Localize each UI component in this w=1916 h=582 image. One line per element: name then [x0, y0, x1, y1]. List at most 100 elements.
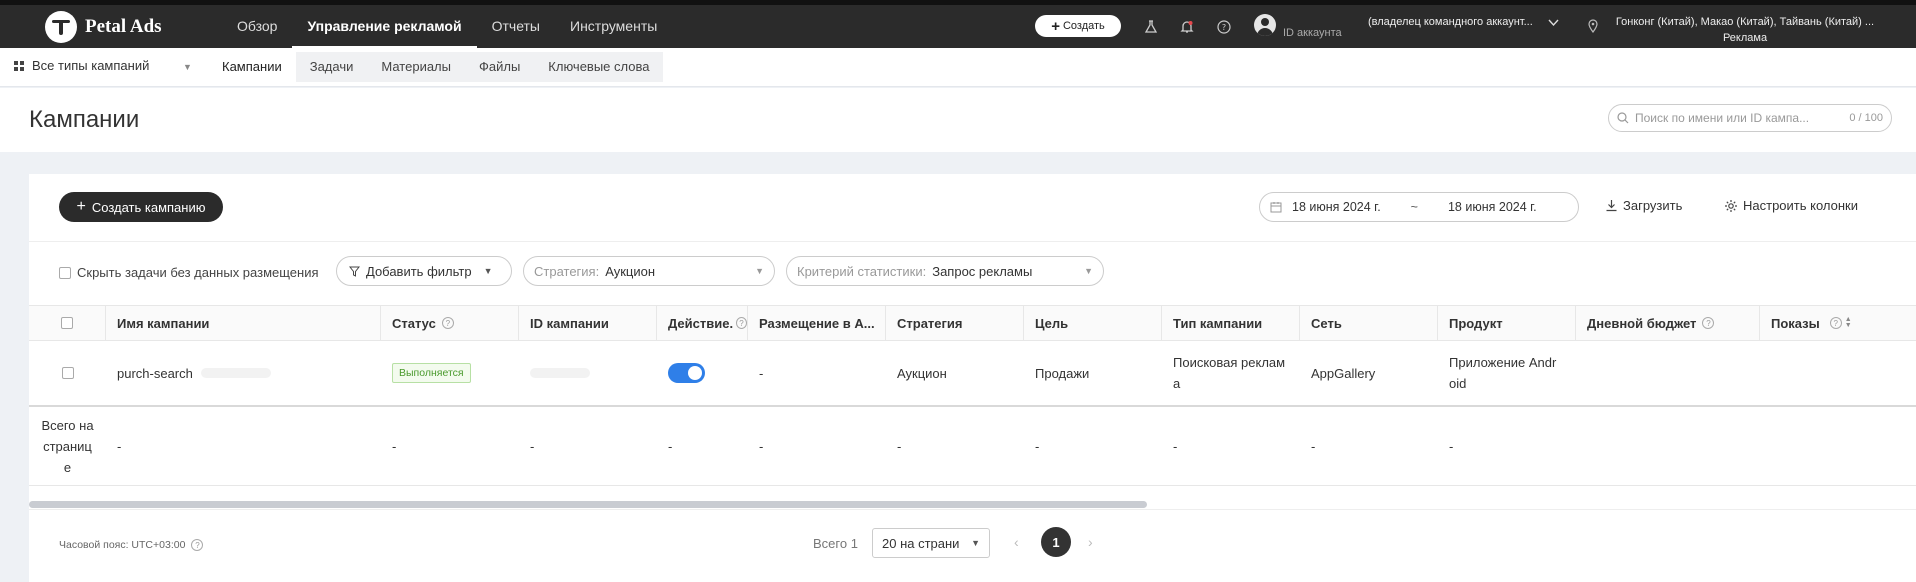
total-id: -: [530, 438, 535, 454]
total-network: -: [1311, 438, 1316, 454]
nav-overview[interactable]: Обзор: [222, 5, 292, 48]
col-campaign-type[interactable]: Тип кампании: [1162, 306, 1300, 340]
status-cell: Выполняется: [381, 341, 519, 405]
nav-reports[interactable]: Отчеты: [477, 5, 555, 48]
main-nav: Обзор Управление рекламой Отчеты Инструм…: [222, 5, 672, 48]
page-number-current[interactable]: 1: [1041, 527, 1071, 557]
region-type: Реклама: [1722, 32, 1768, 44]
goal-cell: Продажи: [1035, 365, 1090, 381]
total-status: -: [392, 438, 397, 454]
download-label: Загрузить: [1623, 198, 1683, 213]
petal-logo-icon: [45, 11, 77, 43]
search-char-count: 0 / 100: [1849, 112, 1883, 124]
prev-page-icon[interactable]: ‹: [1014, 534, 1019, 550]
col-product[interactable]: Продукт: [1438, 306, 1576, 340]
nav-tools[interactable]: Инструменты: [555, 5, 672, 48]
add-filter-button[interactable]: Добавить фильтр ▼: [336, 256, 512, 286]
hide-tasks-checkbox[interactable]: [59, 266, 71, 279]
action-cell: [657, 341, 748, 405]
page-size-value: 20 на страни: [882, 535, 960, 551]
create-button[interactable]: + Создать: [1035, 15, 1121, 37]
page-total-label: Всего на страниц е: [41, 417, 94, 475]
page-size-select[interactable]: 20 на страни ▼: [872, 528, 990, 558]
tab-tasks[interactable]: Задачи: [296, 52, 368, 82]
col-action[interactable]: Действие... ?: [657, 306, 748, 340]
help-icon[interactable]: ?: [1217, 20, 1231, 34]
help-icon[interactable]: ?: [1829, 317, 1842, 329]
col-impressions[interactable]: Показы ? ▲ ▼: [1760, 306, 1916, 340]
hide-empty-tasks-toggle[interactable]: Скрыть задачи без данных размещения: [59, 265, 319, 280]
create-campaign-button[interactable]: + Создать кампанию: [59, 192, 223, 222]
petal-ads-logo[interactable]: Petal Ads: [45, 11, 162, 43]
sort-icon[interactable]: ▲ ▼: [1845, 316, 1852, 329]
strategy-select[interactable]: Стратегия: Аукцион ▼: [523, 256, 775, 286]
campaign-search[interactable]: 0 / 100: [1608, 104, 1892, 132]
caret-down-icon: ▼: [1084, 266, 1093, 276]
status-badge: Выполняется: [392, 363, 471, 383]
table-footer: Часовой пояс: UTC+03:00 ? Всего 1 20 на …: [29, 509, 1916, 582]
date-from[interactable]: 18 июня 2024 г.: [1292, 200, 1381, 214]
caret-down-icon: ▼: [755, 266, 764, 276]
date-range-picker[interactable]: 18 июня 2024 г. ~ 18 июня 2024 г.: [1259, 192, 1579, 222]
redacted-id: [530, 368, 590, 378]
configure-columns-button[interactable]: Настроить колонки: [1724, 198, 1858, 213]
timezone-label: Часовой пояс: UTC+03:00: [59, 539, 186, 551]
tab-keywords[interactable]: Ключевые слова: [534, 52, 663, 82]
campaign-active-toggle[interactable]: [668, 363, 705, 383]
tab-materials[interactable]: Материалы: [367, 52, 465, 82]
search-input[interactable]: [1635, 111, 1844, 125]
caret-down-icon[interactable]: ▼: [183, 62, 192, 72]
strategy-value: Аукцион: [605, 263, 656, 279]
nav-ad-management[interactable]: Управление рекламой: [292, 5, 477, 48]
row-checkbox[interactable]: [61, 367, 74, 379]
strategy-cell: Аукцион: [897, 365, 947, 381]
campaign-type-select[interactable]: Все типы кампаний: [14, 58, 149, 73]
tab-campaigns[interactable]: Кампании: [208, 52, 296, 82]
table-total-row: Всего на страниц е - - - - - - - - - -: [29, 407, 1916, 486]
col-strategy[interactable]: Стратегия: [886, 306, 1024, 340]
col-network[interactable]: Сеть: [1300, 306, 1438, 340]
region-selector[interactable]: Гонконг (Китай), Макао (Китай), Тайвань …: [1610, 14, 1880, 46]
select-all-cell: [29, 306, 106, 340]
col-goal[interactable]: Цель: [1024, 306, 1162, 340]
campaign-name[interactable]: purch-search: [117, 366, 193, 381]
next-page-icon[interactable]: ›: [1088, 534, 1093, 550]
date-to[interactable]: 18 июня 2024 г.: [1448, 200, 1537, 214]
total-strategy: -: [897, 438, 902, 454]
help-icon[interactable]: ?: [191, 539, 204, 551]
col-campaign-id[interactable]: ID кампании: [519, 306, 657, 340]
col-placement[interactable]: Размещение в А...: [748, 306, 886, 340]
top-bar: Petal Ads Обзор Управление рекламой Отче…: [0, 0, 1916, 48]
col-daily-budget-label: Дневной бюджет: [1587, 315, 1697, 331]
col-impressions-label: Показы: [1771, 315, 1820, 331]
account-owner[interactable]: (владелец командного аккаунт...: [1368, 16, 1533, 28]
date-separator: ~: [1410, 200, 1418, 214]
horizontal-scrollbar[interactable]: [29, 501, 1147, 508]
user-avatar-icon[interactable]: [1254, 14, 1276, 36]
campaign-type-cell: Поисковая реклам а: [1173, 355, 1286, 391]
campaign-name-cell[interactable]: purch-search: [106, 341, 381, 405]
col-status-label: Статус: [392, 315, 436, 331]
total-product: -: [1449, 438, 1454, 454]
stat-criterion-value: Запрос рекламы: [932, 263, 1033, 279]
total-name: -: [117, 438, 122, 454]
bell-icon[interactable]: [1180, 20, 1194, 34]
help-icon[interactable]: ?: [441, 317, 454, 329]
col-name[interactable]: Имя кампании: [106, 306, 381, 340]
select-all-checkbox[interactable]: [61, 317, 73, 329]
tab-files[interactable]: Файлы: [465, 52, 534, 82]
col-status[interactable]: Статус ?: [381, 306, 519, 340]
download-button[interactable]: Загрузить: [1605, 198, 1682, 213]
plus-icon: +: [76, 198, 86, 215]
help-icon[interactable]: ?: [1702, 317, 1715, 329]
help-icon[interactable]: ?: [735, 317, 747, 329]
redacted-text: [200, 368, 271, 378]
col-daily-budget[interactable]: Дневной бюджет ?: [1576, 306, 1760, 340]
stat-criterion-select[interactable]: Критерий статистики: Запрос рекламы ▼: [786, 256, 1104, 286]
col-action-label: Действие...: [668, 315, 734, 331]
chevron-down-icon[interactable]: [1548, 19, 1559, 27]
configure-columns-label: Настроить колонки: [1743, 198, 1859, 213]
page-title: Кампании: [29, 106, 140, 133]
plus-icon: +: [1051, 17, 1060, 35]
flask-icon[interactable]: [1144, 20, 1158, 34]
